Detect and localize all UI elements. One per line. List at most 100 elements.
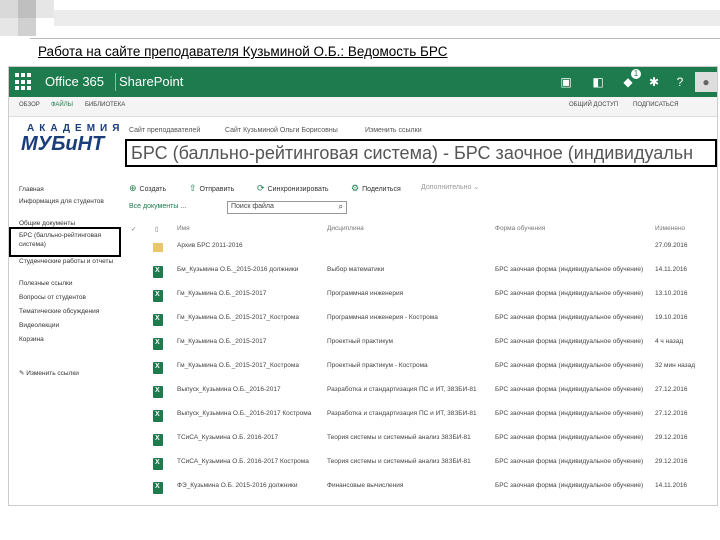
header-modified[interactable]: Изменено [655,225,685,232]
bell-icon[interactable]: ◆ 1 [617,69,641,92]
skype-icon[interactable]: ▣ [555,72,577,92]
row-name[interactable]: Выпуск_Кузьмина О.Б._2016-2017 [177,386,317,394]
follow-button[interactable]: Подписаться [633,102,678,108]
search-placeholder: Поиск файла [231,203,274,210]
nav-item-home[interactable]: Главная [19,185,44,194]
excel-file-icon [153,458,163,470]
sync-label: Синхронизировать [267,186,329,193]
row-name[interactable]: Бм_Кузьмина О.Б._2015-2016 должники [177,266,317,274]
nav-item-questions[interactable]: Вопросы от студентов [19,293,86,302]
excel-file-icon [153,362,163,374]
table-row[interactable]: Гм_Кузьмина О.Б._2015-2017_Кострома Проек… [127,359,717,383]
header-discipline[interactable]: Дисциплина [327,225,364,232]
table-row[interactable]: ТСиСА_Кузьмина О.Б. 2016-2017 Кострома Те… [127,455,717,479]
deco-square-2 [18,0,36,18]
yammer-icon[interactable]: ◧ [587,72,609,92]
row-discipline: Финансовые вычисления [327,482,404,489]
share-command[interactable]: ⚙ Поделиться [351,183,401,194]
row-name[interactable]: Гм_Кузьмина О.Б._2015-2017_Кострома [177,362,317,370]
tab-library[interactable]: Библиотека [85,102,125,108]
notification-badge: 1 [631,69,641,79]
share-label: Поделиться [362,186,401,193]
select-all-check-icon[interactable]: ✓ [131,225,136,233]
nav-item-useful-links[interactable]: Полезные ссылки [19,279,73,288]
nav-item-recycle-bin[interactable]: Корзина [19,335,44,344]
excel-file-icon [153,314,163,326]
table-row[interactable]: Выпуск_Кузьмина О.Б._2016-2017 Разработка… [127,383,717,407]
row-form: БРС заочная форма (индивидуальное обучен… [495,338,644,345]
table-row[interactable]: ТСиСА_Кузьмина О.Б. 2016-2017 Теория сист… [127,431,717,455]
sharepoint-screenshot: Office 365 SharePoint ▣ ◧ ◆ 1 ✱ ? ● Обзор… [8,66,718,506]
crumb-teachers-site[interactable]: Сайт преподавателей [129,127,200,134]
table-row[interactable]: Гм_Кузьмина О.Б._2015-2017 Проектный прак… [127,335,717,359]
avatar[interactable]: ● [695,72,717,92]
table-row[interactable]: Архив БРС 2011-2016 27.09.2016 [127,239,717,263]
row-modified: 27.12.2016 [655,410,688,417]
row-name[interactable]: Гм_Кузьмина О.Б._2015-2017 [177,290,317,298]
share-icon: ⚙ [351,183,360,193]
sync-button[interactable]: ⟳ Синхронизировать [257,183,329,194]
gear-icon[interactable]: ✱ [643,72,665,92]
excel-file-icon [153,338,163,350]
row-form: БРС заочная форма (индивидуальное обучен… [495,314,644,321]
row-modified: 19.10.2016 [655,314,688,321]
plus-icon: ⊕ [129,183,137,193]
app-launcher-icon[interactable] [15,73,33,91]
edit-links-top[interactable]: Изменить ссылки [365,127,422,134]
tab-browse[interactable]: Обзор [19,102,40,108]
row-form: БРС заочная форма (индивидуальное обучен… [495,434,644,441]
search-input[interactable]: Поиск файла ⌕ [227,201,347,214]
crumb-kuzmina-site[interactable]: Сайт Кузьминой Ольги Борисовны [225,127,338,134]
nav-item-video-lectures[interactable]: Видеолекции [19,321,59,330]
excel-file-icon [153,410,163,422]
nav-item-student-info[interactable]: Информация для студентов [19,197,115,206]
new-button[interactable]: ⊕ Создать [129,183,166,194]
share-button[interactable]: Общий доступ [569,102,618,108]
row-name[interactable]: Выпуск_Кузьмина О.Б._2016-2017 Кострома [177,410,317,418]
sharepoint-suite-link[interactable]: SharePoint [119,74,183,89]
row-discipline: Разработка и стандартизация ПС и ИТ, 38З… [327,410,477,417]
row-modified: 14.11.2016 [655,266,688,273]
deco-square-3 [36,0,54,18]
row-name[interactable]: ТСиСА_Кузьмина О.Б. 2016-2017 Кострома [177,458,317,466]
deco-square-1 [0,0,18,18]
row-name[interactable]: Гм_Кузьмина О.Б._2015-2017_Кострома [177,314,317,322]
table-row[interactable]: Бм_Кузьмина О.Б._2015-2016 должники Выбор… [127,263,717,287]
table-row[interactable]: Гм_Кузьмина О.Б._2015-2017_Кострома Прогр… [127,311,717,335]
academy-logo[interactable]: МУБиНТ [21,133,104,156]
row-form: БРС заочная форма (индивидуальное обучен… [495,458,644,465]
row-name[interactable]: ФЭ_Кузьмина О.Б. 2015-2016 должники [177,482,317,490]
view-more[interactable]: ... [180,203,186,210]
header-name[interactable]: Имя [177,225,190,232]
row-name[interactable]: Гм_Кузьмина О.Б._2015-2017 [177,338,317,346]
row-discipline: Теория системы и системный анализ 38ЗБИ-… [327,434,471,441]
row-name[interactable]: Архив БРС 2011-2016 [177,242,317,250]
header-form[interactable]: Форма обучения [495,225,545,232]
more-button[interactable]: Дополнительно ⌄ [421,183,479,191]
edit-links-nav[interactable]: ✎ Изменить ссылки [19,369,79,377]
row-discipline: Разработка и стандартизация ПС и ИТ, 38З… [327,386,477,393]
nav-item-discussions[interactable]: Тематические обсуждения [19,307,99,316]
office365-brand[interactable]: Office 365 [45,74,104,89]
upload-button[interactable]: ⇧ Отправить [189,183,234,194]
table-row[interactable]: ФЭ_Кузьмина О.Б. 2015-2016 должники Финан… [127,479,717,503]
row-name[interactable]: ТСиСА_Кузьмина О.Б. 2016-2017 [177,434,317,442]
table-row[interactable]: Гм_Кузьмина О.Б._2015-2017 Программная ин… [127,287,717,311]
nav-item-student-works[interactable]: Студенческие работы и отчеты [19,257,115,266]
excel-file-icon [153,482,163,494]
tab-files[interactable]: Файлы [51,102,73,108]
row-form: БРС заочная форма (индивидуальное обучен… [495,266,644,273]
row-discipline: Программная инженерия - Кострома [327,314,438,321]
view-all-documents[interactable]: Все документы ... [129,203,186,210]
more-label: Дополнительно [421,184,472,191]
help-icon[interactable]: ? [669,72,691,92]
row-form: БРС заочная форма (индивидуальное обучен… [495,482,644,489]
row-modified: 32 мин назад [655,362,696,369]
table-row[interactable]: Выпуск_Кузьмина О.Б._2016-2017 Кострома Р… [127,407,717,431]
row-form: БРС заочная форма (индивидуальное обучен… [495,362,644,369]
file-type-header-icon[interactable]: ▯ [155,225,159,233]
row-modified: 14.11.2016 [655,482,688,489]
row-discipline: Выбор математики [327,266,385,273]
deco-square-4 [0,18,18,36]
page-title: БРС (балльно-рейтинговая система) - БРС … [125,139,717,167]
